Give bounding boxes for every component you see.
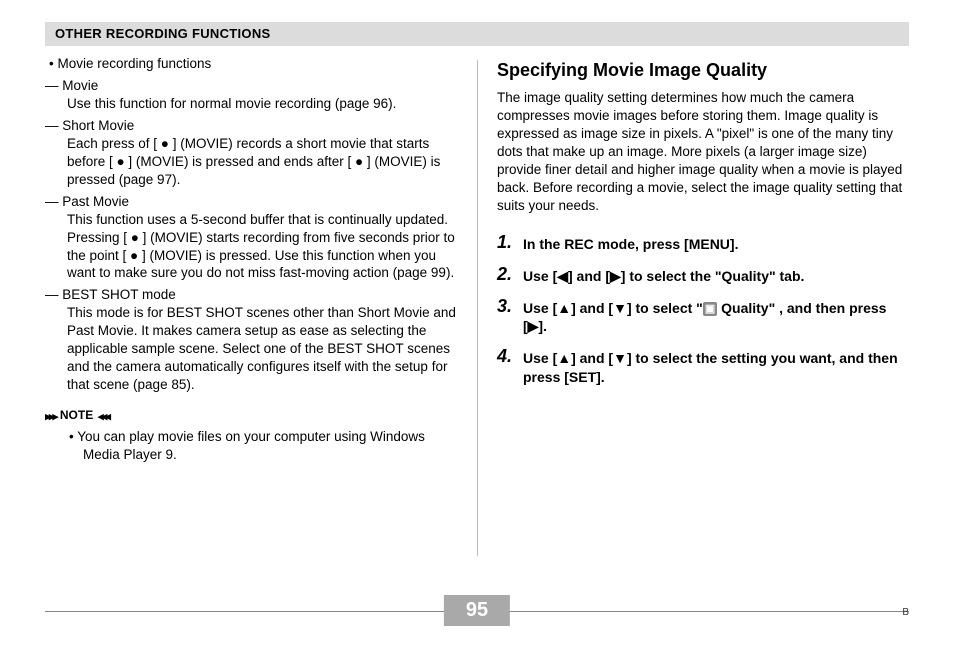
note-header: ▶▶▶ NOTE ◀◀◀	[45, 408, 457, 424]
movie-quality-icon: ▣	[703, 302, 717, 316]
step-item: 3 Use [▲] and [▼] to select "▣ Quality" …	[497, 297, 909, 335]
note-decoration-right-icon: ▶▶▶	[45, 411, 56, 422]
item-title: Past Movie	[67, 193, 457, 211]
step-number: 2	[497, 265, 523, 285]
step-item: 2 Use [◀] and [▶] to select the "Quality…	[497, 265, 909, 285]
step-text-prefix: Use [▲] and [▼] to select "	[523, 300, 703, 316]
list-item: BEST SHOT mode This mode is for BEST SHO…	[67, 286, 457, 394]
item-body: This mode is for BEST SHOT scenes other …	[67, 304, 457, 394]
left-intro-text: Movie recording functions	[57, 56, 211, 71]
page-number: 95	[444, 595, 510, 626]
right-column: Specifying Movie Image Quality The image…	[477, 55, 909, 586]
item-title: Short Movie	[67, 117, 457, 135]
content-columns: • Movie recording functions Movie Use th…	[45, 55, 909, 586]
item-body: This function uses a 5-second buffer tha…	[67, 211, 457, 283]
step-item: 4 Use [▲] and [▼] to select the setting …	[497, 347, 909, 385]
note-body: You can play movie files on your compute…	[83, 428, 457, 464]
step-number: 3	[497, 297, 523, 317]
note-label: NOTE	[60, 408, 93, 424]
step-number: 1	[497, 233, 523, 253]
step-text: In the REC mode, press [MENU].	[523, 233, 738, 253]
step-text: Use [▲] and [▼] to select the setting yo…	[523, 347, 909, 385]
right-heading: Specifying Movie Image Quality	[497, 59, 909, 83]
right-intro: The image quality setting determines how…	[497, 89, 909, 215]
item-title: Movie	[67, 77, 457, 95]
note-block: ▶▶▶ NOTE ◀◀◀ You can play movie files on…	[45, 408, 457, 464]
page-container: OTHER RECORDING FUNCTIONS • Movie record…	[0, 0, 954, 646]
section-header-title: OTHER RECORDING FUNCTIONS	[55, 26, 271, 41]
step-text: Use [◀] and [▶] to select the "Quality" …	[523, 265, 804, 285]
item-body: Use this function for normal movie recor…	[67, 95, 457, 113]
step-item: 1 In the REC mode, press [MENU].	[497, 233, 909, 253]
note-decoration-left-icon: ◀◀◀	[97, 411, 108, 422]
list-item: Movie Use this function for normal movie…	[67, 77, 457, 113]
list-item: Short Movie Each press of [ ● ] (MOVIE) …	[67, 117, 457, 189]
footer-corner-label: B	[902, 607, 909, 618]
list-item: Past Movie This function uses a 5-second…	[67, 193, 457, 283]
left-intro: • Movie recording functions	[49, 55, 457, 73]
step-number: 4	[497, 347, 523, 367]
left-column: • Movie recording functions Movie Use th…	[45, 55, 477, 586]
section-header-bar: OTHER RECORDING FUNCTIONS	[45, 22, 909, 46]
step-text: Use [▲] and [▼] to select "▣ Quality" , …	[523, 297, 909, 335]
item-body: Each press of [ ● ] (MOVIE) records a sh…	[67, 135, 457, 189]
item-title: BEST SHOT mode	[67, 286, 457, 304]
